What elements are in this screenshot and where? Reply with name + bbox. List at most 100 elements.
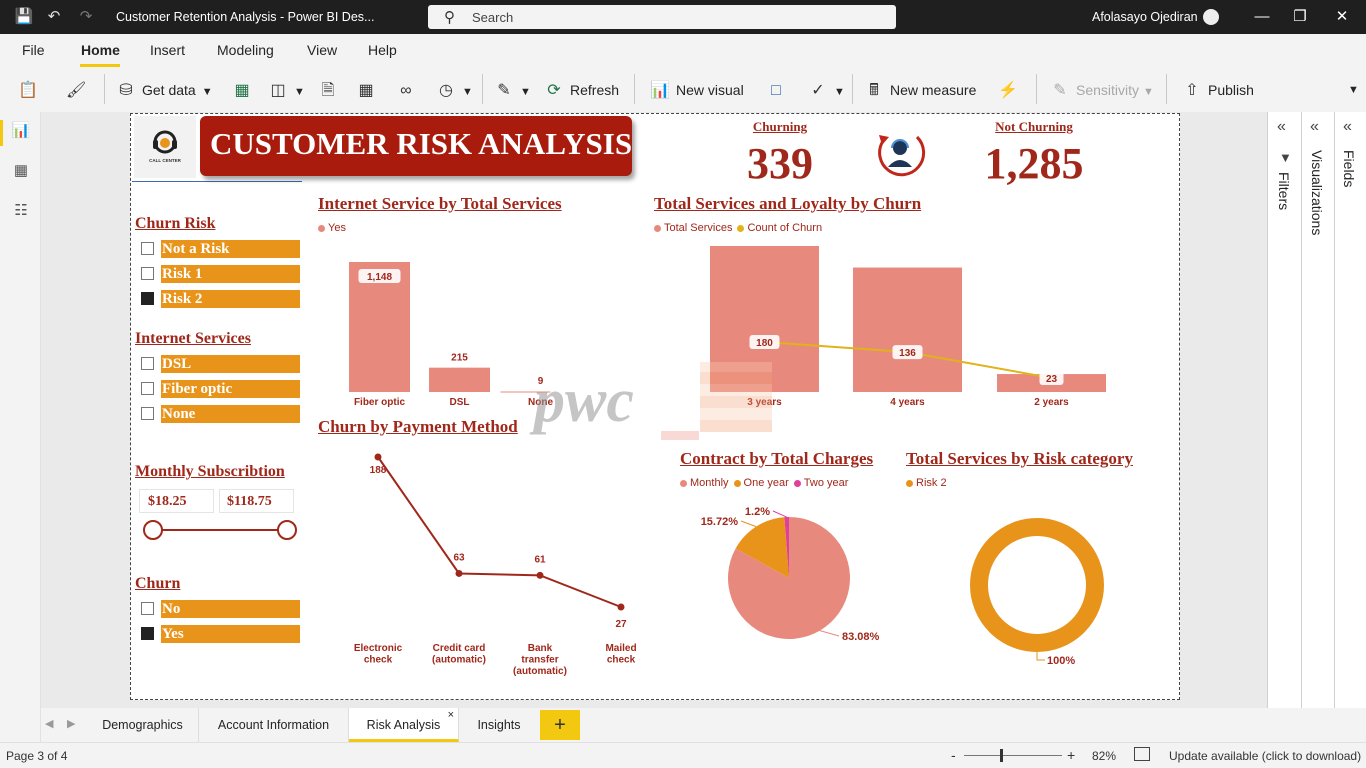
fields-pane[interactable]: « Fields: [1334, 112, 1366, 708]
menu-insert[interactable]: Insert: [150, 42, 185, 58]
x-tick-label: Credit card: [433, 643, 486, 654]
checkbox[interactable]: [141, 602, 154, 615]
menu-file[interactable]: File: [22, 42, 45, 58]
slicer-item-risk-2[interactable]: Risk 2: [135, 290, 300, 308]
more-visuals-button[interactable]: ✓ ▼: [808, 78, 845, 102]
minimize-icon[interactable]: —: [1250, 7, 1274, 27]
tab-insights[interactable]: Insights: [459, 708, 539, 742]
page-indicator: Page 3 of 4: [6, 749, 68, 763]
slicer-item-dsl[interactable]: DSL: [135, 355, 300, 373]
kpi-churning-value: 339: [747, 139, 813, 188]
undo-icon[interactable]: ↶: [44, 7, 64, 27]
report-view-icon[interactable]: 📊: [10, 120, 32, 142]
range-slider-track[interactable]: [153, 529, 287, 531]
excel-button[interactable]: ▦: [232, 78, 258, 102]
zoom-in-icon[interactable]: +: [1067, 747, 1075, 763]
slicer-item-not-a-risk[interactable]: Not a Risk: [135, 240, 300, 258]
publish-button[interactable]: ⇧ Publish: [1182, 78, 1254, 102]
checkbox-checked[interactable]: [141, 292, 154, 305]
text-box-button[interactable]: □: [766, 78, 792, 102]
view-rail: 📊 ▦ ☷: [0, 112, 41, 742]
redo-icon[interactable]: ↷: [76, 7, 96, 27]
enter-data-button[interactable]: ▦: [356, 78, 382, 102]
clipboard-icon: 📋: [18, 82, 38, 99]
avatar[interactable]: [1203, 9, 1219, 25]
menu-help[interactable]: Help: [368, 42, 397, 58]
checkbox[interactable]: [141, 407, 154, 420]
range-min-input[interactable]: $18.25: [139, 489, 214, 513]
add-page-button[interactable]: +: [540, 710, 580, 740]
refresh-button[interactable]: ⟳ Refresh: [544, 78, 619, 102]
range-slider-max-handle[interactable]: [277, 520, 297, 540]
database-icon: ⛁: [119, 82, 133, 99]
paste-button[interactable]: 📋: [18, 78, 44, 102]
slicer-item-yes[interactable]: Yes: [135, 625, 300, 643]
quick-measure-button[interactable]: ⚡: [998, 78, 1024, 102]
menu-home[interactable]: Home: [81, 42, 120, 58]
zoom-out-icon[interactable]: -: [951, 747, 956, 763]
slicer-item-no[interactable]: No: [135, 600, 300, 618]
data-label: 15.72%: [701, 516, 739, 528]
slicer-item-none[interactable]: None: [135, 405, 300, 423]
chart-payment-method[interactable]: 18863 6127ElectroniccheckCredit card(auto…: [330, 440, 650, 680]
checkbox[interactable]: [141, 357, 154, 370]
zoom-slider-handle[interactable]: [1000, 749, 1003, 762]
checkbox[interactable]: [141, 382, 154, 395]
zoom-slider-track[interactable]: [964, 755, 1062, 756]
chart-title-risk-category: Total Services by Risk category: [906, 449, 1133, 468]
checkbox-checked[interactable]: [141, 627, 154, 640]
datahub-button[interactable]: ◫ ▼: [268, 78, 304, 102]
sensitivity-button[interactable]: ✎ Sensitivity ▼: [1050, 78, 1154, 102]
menu-modeling[interactable]: Modeling: [217, 42, 274, 58]
checkbox[interactable]: [141, 267, 154, 280]
filters-pane[interactable]: « ▼ Filters: [1267, 112, 1301, 708]
save-icon[interactable]: 💾: [14, 7, 34, 27]
user-name[interactable]: Afolasayo Ojediran: [1092, 10, 1198, 24]
legend-label: Total Services: [664, 222, 733, 235]
x-tick-label: transfer: [521, 655, 558, 666]
transform-data-button[interactable]: ✎ ▼: [494, 78, 531, 102]
recent-sources-button[interactable]: ◷ ▼: [436, 78, 473, 102]
tab-risk-analysis[interactable]: Risk Analysis ×: [349, 708, 459, 742]
close-icon[interactable]: ✕: [1330, 7, 1354, 27]
model-view-icon[interactable]: ☷: [10, 200, 32, 222]
format-painter-button[interactable]: 🖌: [66, 78, 92, 102]
data-label: 188: [370, 465, 387, 476]
tab-scroll-left-icon[interactable]: ◀: [45, 717, 53, 730]
update-notice[interactable]: Update available (click to download): [1169, 749, 1361, 763]
refresh-label: Refresh: [570, 82, 620, 98]
visualizations-pane[interactable]: « Visualizations: [1301, 112, 1334, 708]
slicer-item-fiber-optic[interactable]: Fiber optic: [135, 380, 300, 398]
restore-icon[interactable]: ❐: [1288, 7, 1312, 27]
tab-demographics[interactable]: Demographics: [87, 708, 199, 742]
search-input[interactable]: Search: [472, 10, 513, 25]
double-chevron-left-icon[interactable]: «: [1343, 118, 1352, 136]
range-max-input[interactable]: $118.75: [219, 489, 294, 513]
slicer-monthly-title: Monthly Subscribtion: [135, 463, 285, 480]
menu-view[interactable]: View: [307, 42, 337, 58]
dataverse-button[interactable]: ∞: [396, 78, 422, 102]
sensitivity-label: Sensitivity: [1076, 82, 1140, 98]
get-data-button[interactable]: ⛁ Get data ▼: [116, 78, 212, 102]
checkbox[interactable]: [141, 242, 154, 255]
x-tick-label: Bank: [528, 643, 553, 654]
new-measure-button[interactable]: 🖩 New measure: [864, 78, 976, 102]
double-chevron-left-icon[interactable]: «: [1277, 118, 1286, 136]
slicer-item-risk-1[interactable]: Risk 1: [135, 265, 300, 283]
chart-risk-category[interactable]: 100%: [940, 495, 1120, 670]
close-tab-icon[interactable]: ×: [448, 698, 454, 732]
sql-button[interactable]: 🗎: [318, 78, 344, 102]
data-view-icon[interactable]: ▦: [10, 160, 32, 182]
chevron-down-icon: ▼: [834, 86, 845, 98]
double-chevron-left-icon[interactable]: «: [1310, 118, 1319, 136]
range-slider-min-handle[interactable]: [143, 520, 163, 540]
search-box[interactable]: ⚲ Search: [428, 5, 896, 29]
tab-account-information[interactable]: Account Information: [199, 708, 349, 742]
new-measure-label: New measure: [890, 82, 977, 98]
fit-to-page-icon[interactable]: [1134, 747, 1150, 761]
tab-scroll-right-icon[interactable]: ▶: [67, 717, 75, 730]
watermark-bar: [661, 431, 699, 440]
chart-contract-charges[interactable]: 83.08% 15.72% 1.2%: [680, 495, 900, 660]
collapse-ribbon-icon[interactable]: ▼: [1348, 78, 1359, 102]
new-visual-button[interactable]: 📊 New visual: [650, 78, 744, 102]
